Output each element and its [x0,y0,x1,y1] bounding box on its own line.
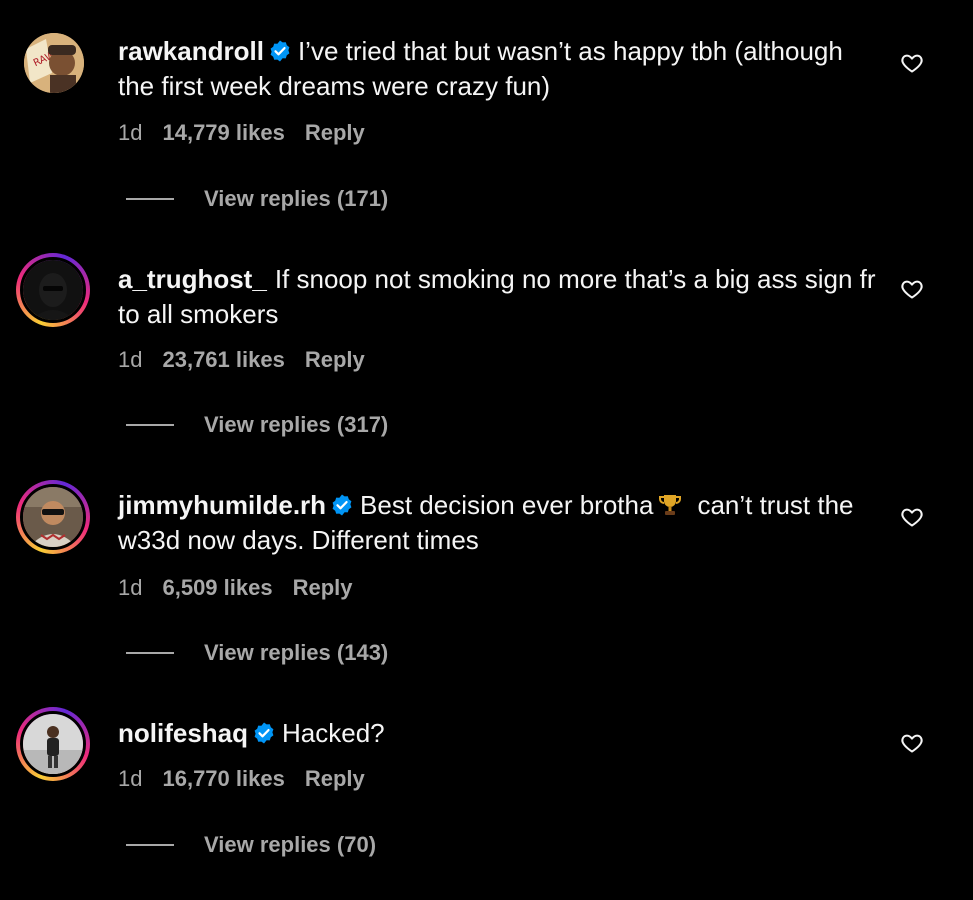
comment-body: Best decision ever brotha [360,490,654,520]
replies-divider [126,844,174,846]
trophy-icon [657,492,683,518]
avatar-image [20,484,86,550]
username[interactable]: nolifeshaq [118,718,248,748]
likes-count[interactable]: 16,770 likes [162,766,284,791]
username[interactable]: rawkandroll [118,36,264,66]
comment-time: 1d [118,766,143,791]
likes-count[interactable]: 23,761 likes [162,347,284,372]
view-replies-label: View replies (171) [204,186,389,211]
comment-time: 1d [118,347,143,372]
avatar-image [20,257,86,323]
username[interactable]: a_trughost_ [118,264,267,294]
replies-divider [126,424,174,426]
comment-meta: 1d 6,509 likes Reply [118,575,373,601]
avatar-rawkandroll[interactable]: RAW [24,33,84,93]
username[interactable]: jimmyhumilde.rh [118,490,326,520]
comment-meta: 1d 23,761 likes Reply [118,347,385,373]
avatar-jimmyhumilde[interactable] [16,480,90,554]
reply-button[interactable]: Reply [305,347,365,372]
replies-divider [126,198,174,200]
reply-button[interactable]: Reply [293,575,353,600]
replies-divider [126,652,174,654]
avatar-image [20,711,86,777]
comment-time: 1d [118,575,143,600]
view-replies-label: View replies (317) [204,412,389,437]
view-replies-label: View replies (70) [204,832,377,857]
heart-outline-icon[interactable] [900,277,924,301]
heart-outline-icon[interactable] [900,505,924,529]
reply-button[interactable]: Reply [305,766,365,791]
heart-outline-icon[interactable] [900,731,924,755]
view-replies-label: View replies (143) [204,640,389,665]
comment-meta: 1d 16,770 likes Reply [118,766,385,792]
likes-count[interactable]: 6,509 likes [162,575,272,600]
avatar-a_trughost_[interactable] [16,253,90,327]
comment-meta: 1d 14,779 likes Reply [118,120,385,146]
avatar-nolifeshaq[interactable] [16,707,90,781]
verified-badge-icon [268,39,292,63]
verified-badge-icon [330,493,354,517]
comment-time: 1d [118,120,143,145]
comment-text-block: nolifeshaq Hacked? [118,716,878,751]
comment-text-block: rawkandroll I’ve tried that but wasn’t as… [118,34,878,104]
comment-text-block: jimmyhumilde.rh Best decision ever brotha… [118,488,878,558]
view-replies-button[interactable]: View replies (317) [126,412,388,442]
view-replies-button[interactable]: View replies (143) [126,640,388,670]
comment-text-block: a_trughost_ If snoop not smoking no more … [118,262,878,332]
view-replies-button[interactable]: View replies (70) [126,832,376,862]
comment-body: Hacked? [282,718,385,748]
reply-button[interactable]: Reply [305,120,365,145]
verified-badge-icon [252,721,276,745]
likes-count[interactable]: 14,779 likes [162,120,284,145]
view-replies-button[interactable]: View replies (171) [126,186,388,216]
heart-outline-icon[interactable] [900,51,924,75]
